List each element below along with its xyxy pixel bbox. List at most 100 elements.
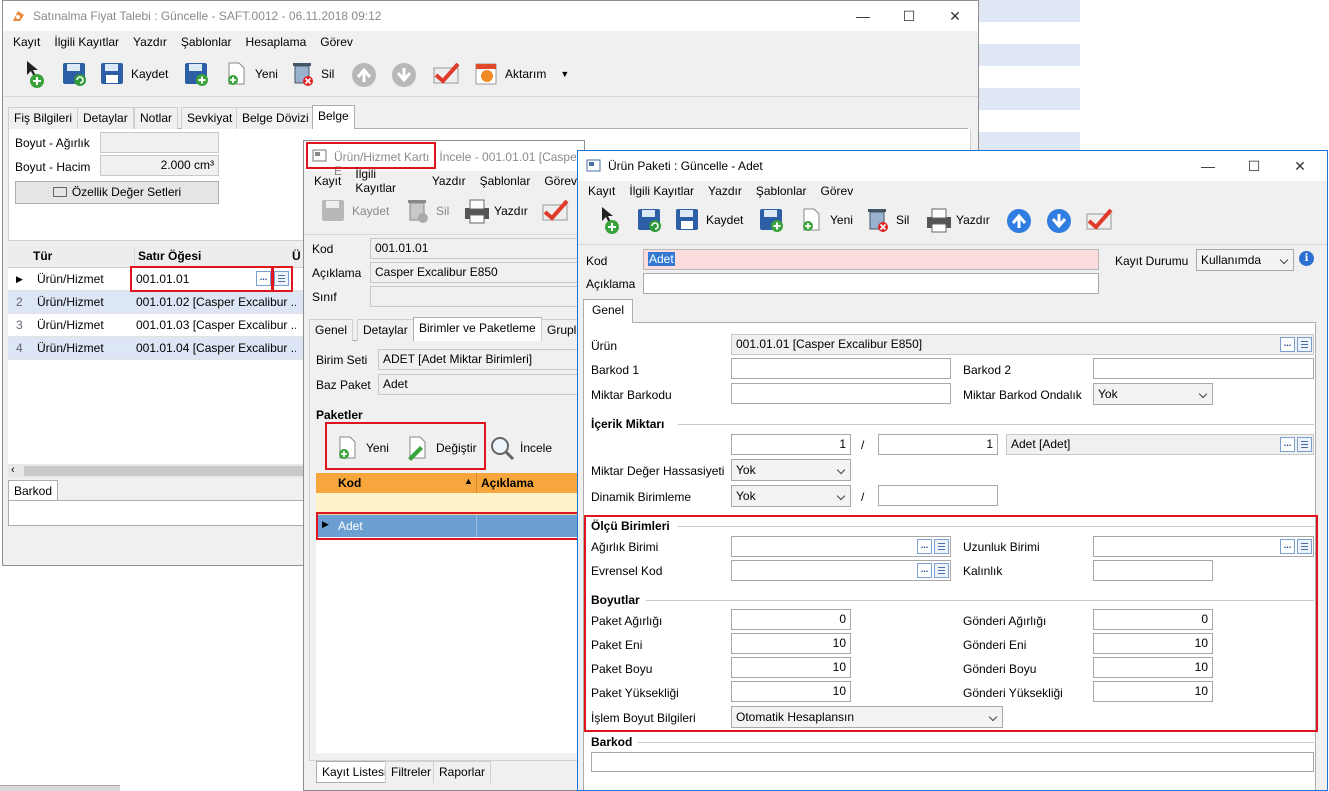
qty-barcode-decimal-dropdown[interactable]: Yok (1093, 383, 1213, 405)
minimize-button[interactable]: — (840, 1, 886, 31)
title-bar[interactable]: Ürün Paketi : Güncelle - Adet — ☐ ✕ (578, 151, 1327, 181)
down-button[interactable] (391, 62, 419, 90)
save-button[interactable]: Kaydet (320, 197, 389, 225)
menu-sablonlar[interactable]: Şablonlar (473, 174, 538, 188)
feature-sets-button[interactable]: Özellik Değer Setleri (15, 181, 219, 204)
save-button[interactable]: Kaydet (674, 206, 743, 234)
title-bar[interactable]: Satınalma Fiyat Talebi : Güncelle - SAFT… (3, 1, 978, 31)
menu-kayit[interactable]: Kayıt (6, 35, 47, 49)
info-icon[interactable]: i (1299, 251, 1314, 266)
table-row[interactable]: 3 Ürün/Hizmet 001.01.03 [Casper Excalibu… (8, 314, 304, 337)
dynamic-field[interactable] (878, 485, 998, 506)
menu-hesaplama[interactable]: Hesaplama (239, 35, 314, 49)
content-unit-list-button[interactable] (1297, 437, 1312, 452)
ellipsis-button[interactable]: ... (256, 271, 271, 286)
dim-left-field[interactable]: 10 (731, 657, 851, 678)
menu-ilgili[interactable]: İlgili Kayıtlar (47, 35, 126, 49)
minimize-button[interactable]: — (1185, 151, 1231, 181)
table-row[interactable]: 4 Ürün/Hizmet 001.01.04 [Casper Excalibu… (8, 337, 304, 360)
tab-birimler-paketleme[interactable]: Birimler ve Paketleme (413, 317, 542, 341)
menu-yazdir[interactable]: Yazdır (701, 184, 749, 198)
tab-detaylar[interactable]: Detaylar (357, 319, 414, 341)
precision-dropdown[interactable]: Yok (731, 459, 851, 481)
thickness-field[interactable] (1093, 560, 1213, 581)
code-field[interactable]: Adet (643, 249, 1099, 270)
package-new-button[interactable]: Yeni (334, 434, 389, 462)
qty-barcode-field[interactable] (731, 383, 951, 404)
pkg-filter-row[interactable] (316, 493, 584, 515)
barcode-field[interactable] (591, 752, 1314, 772)
weight-unit-ellipsis-button[interactable]: ... (917, 539, 932, 554)
save-new-button[interactable] (758, 206, 786, 234)
transfer-button[interactable]: Aktarım ▼ (473, 60, 569, 88)
product-field[interactable]: 001.01.01 [Casper Excalibur E850] (731, 334, 1314, 355)
product-list-button[interactable] (1297, 337, 1312, 352)
tab-notlar[interactable]: Notlar (134, 107, 179, 129)
description-field[interactable]: Casper Excalibur E850 (370, 262, 584, 283)
menu-sablonlar[interactable]: Şablonlar (749, 184, 814, 198)
scroll-left-icon[interactable]: ‹ (11, 464, 15, 476)
new-button[interactable]: Yeni (798, 206, 853, 234)
description-field[interactable] (643, 273, 1099, 294)
up-button[interactable] (351, 62, 379, 90)
dim-left-field[interactable]: 10 (731, 633, 851, 654)
table-row[interactable]: ▶ Adet (316, 515, 584, 537)
close-button[interactable]: ✕ (1277, 151, 1323, 181)
tab-genel[interactable]: Genel (583, 299, 634, 323)
approve-button[interactable] (1084, 206, 1113, 234)
code-field[interactable]: 001.01.01 (370, 238, 584, 259)
process-dim-dropdown[interactable]: Otomatik Hesaplansın (731, 706, 1003, 728)
volume-field[interactable]: 2.000 cm³ (100, 155, 219, 176)
content-unit-ellipsis-button[interactable]: ... (1280, 437, 1295, 452)
close-button[interactable]: ✕ (932, 1, 978, 31)
delete-button[interactable]: Sil (404, 197, 449, 225)
col-item[interactable]: Satır Öğesi (134, 249, 201, 267)
barcode2-field[interactable] (1093, 358, 1314, 379)
menu-gorev[interactable]: Görev (313, 35, 360, 49)
length-unit-list-button[interactable] (1297, 539, 1312, 554)
menu-sablonlar[interactable]: Şablonlar (174, 35, 239, 49)
tab-sevkiyat[interactable]: Sevkiyat (181, 107, 239, 129)
package-inspect-button[interactable]: İncele (488, 434, 552, 462)
col-type[interactable]: Tür (33, 249, 52, 263)
tab-raporlar[interactable]: Raporlar (433, 761, 492, 783)
status-dropdown[interactable]: Kullanımda (1196, 249, 1294, 271)
chevron-down-icon[interactable]: ▼ (560, 69, 569, 79)
content-qty2-field[interactable]: 1 (878, 434, 998, 455)
dim-right-field[interactable]: 10 (1093, 657, 1213, 678)
content-qty1-field[interactable]: 1 (731, 434, 851, 455)
table-row[interactable]: 2 Ürün/Hizmet 001.01.02 [Casper Excalibu… (8, 291, 304, 314)
tab-detaylar[interactable]: Detaylar (77, 107, 134, 129)
menu-yazdir[interactable]: Yazdır (126, 35, 174, 49)
delete-button[interactable]: Sil (289, 60, 334, 88)
barcode1-field[interactable] (731, 358, 951, 379)
list-picker-button[interactable] (274, 271, 289, 286)
length-unit-ellipsis-button[interactable]: ... (1280, 539, 1295, 554)
dim-left-field[interactable]: 10 (731, 681, 851, 702)
delete-button[interactable]: Sil (864, 206, 909, 234)
dynamic-dropdown[interactable]: Yok (731, 485, 851, 507)
new-record-button[interactable] (598, 205, 626, 234)
maximize-button[interactable]: ☐ (1231, 151, 1277, 181)
global-code-list-button[interactable] (934, 563, 949, 578)
menu-yazdir[interactable]: Yazdır (425, 174, 473, 188)
menu-kayit[interactable]: Kayıt (307, 174, 348, 188)
new-record-button[interactable] (23, 59, 51, 88)
save-and-refresh-button[interactable] (61, 60, 89, 88)
menu-gorev[interactable]: Görev (814, 184, 861, 198)
title-bar[interactable]: Ürün/Hizmet Kartı : İncele - 001.01.01 [… (304, 141, 584, 178)
col-code[interactable]: Kod (338, 476, 361, 490)
up-button[interactable] (1006, 208, 1034, 236)
dim-right-field[interactable]: 10 (1093, 633, 1213, 654)
product-ellipsis-button[interactable]: ... (1280, 337, 1295, 352)
dim-left-field[interactable]: 0 (731, 609, 851, 630)
weight-field[interactable] (100, 132, 219, 153)
tab-barkod[interactable]: Barkod (8, 480, 59, 501)
tab-belge[interactable]: Belge (312, 105, 355, 129)
tab-fis-bilgileri[interactable]: Fiş Bilgileri (8, 107, 79, 129)
dim-right-field[interactable]: 10 (1093, 681, 1213, 702)
col-u[interactable]: Ü (292, 249, 301, 263)
maximize-button[interactable]: ☐ (886, 1, 932, 31)
global-code-ellipsis-button[interactable]: ... (917, 563, 932, 578)
menu-ilgili[interactable]: İlgili Kayıtlar (622, 184, 701, 198)
